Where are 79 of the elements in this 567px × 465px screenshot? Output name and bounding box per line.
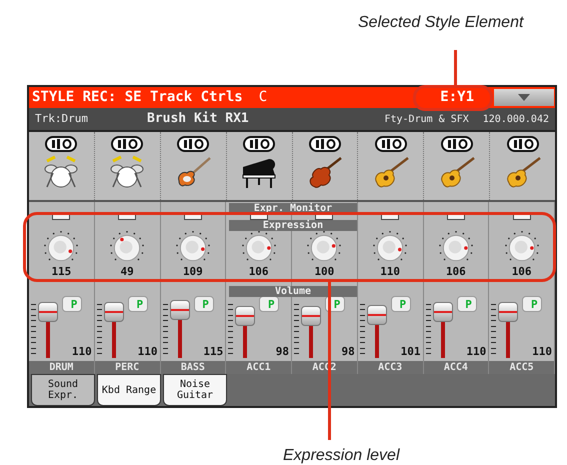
toggle-icon[interactable] [308, 136, 341, 152]
fader-handle[interactable] [235, 306, 256, 326]
section-label: Volume [229, 286, 357, 297]
fader-scale [426, 304, 430, 354]
fader-scale [162, 304, 168, 354]
key-label: C [258, 88, 268, 107]
volume-value: 98 [276, 346, 289, 358]
toggle-icon[interactable] [111, 136, 144, 152]
play-button[interactable]: P [194, 296, 214, 312]
fader-scale [294, 304, 299, 354]
caret-icon [518, 94, 530, 101]
fader-fill [440, 322, 444, 358]
tab[interactable]: Sound Expr. [31, 374, 95, 406]
channel-name: ACC5 [489, 361, 554, 374]
fader-handle[interactable] [432, 302, 452, 322]
track-label: Trk:Drum [35, 110, 89, 127]
fader-handle[interactable] [301, 306, 321, 326]
channel-name: BASS [160, 361, 226, 374]
channel-name: ACC1 [226, 361, 291, 374]
fader-handle[interactable] [366, 304, 387, 325]
volume-value: 98 [342, 346, 355, 358]
channel-name: ACC3 [358, 361, 422, 374]
play-button[interactable]: P [522, 296, 542, 312]
expression-value: 49 [120, 266, 134, 278]
expression-value: 100 [314, 266, 334, 278]
bank-label: Fty-Drum & SFX [384, 112, 469, 126]
channel-name: ACC4 [424, 361, 488, 374]
expression-value: 109 [182, 266, 203, 278]
toggle-icon[interactable] [243, 136, 276, 152]
menu-dropdown-button[interactable] [494, 89, 554, 106]
toggle-icon[interactable] [177, 136, 210, 152]
fader-scale [360, 304, 365, 354]
volume-value: 110 [532, 346, 552, 358]
fader-fill [374, 324, 379, 358]
volume-value: 110 [72, 346, 92, 358]
callout-label: Expression level [283, 446, 400, 465]
expression-value: 106 [512, 266, 532, 278]
volume-value: 110 [138, 346, 158, 358]
fader-scale [96, 304, 102, 354]
program-number: 120.000.042 [482, 112, 549, 126]
fader-fill [112, 322, 116, 358]
play-button[interactable]: P [128, 296, 148, 312]
toggle-icon[interactable] [506, 136, 539, 152]
expression-value: 115 [51, 266, 72, 278]
fader-fill [46, 322, 50, 358]
fader-handle[interactable] [104, 302, 124, 322]
fader-fill [243, 326, 248, 358]
callout-label: Selected Style Element [358, 13, 524, 33]
toggle-icon[interactable] [374, 136, 407, 152]
toggle-icon[interactable] [45, 136, 78, 152]
volume-value: 101 [400, 346, 420, 358]
fader-fill [309, 326, 313, 358]
element-label: E:Y1 [440, 88, 474, 107]
channel-name: DRUM [29, 361, 94, 374]
fader-scale [491, 304, 496, 354]
play-button[interactable]: P [259, 296, 280, 312]
leader-line [454, 50, 457, 85]
play-button[interactable]: P [62, 296, 82, 312]
play-button[interactable]: P [390, 296, 411, 312]
tab[interactable]: Kbd Range [97, 374, 161, 406]
channel-name: PERC [94, 361, 160, 374]
window-title: STYLE REC: SE Track Ctrls [32, 88, 243, 107]
expression-value: 110 [380, 266, 400, 278]
expression-value: 106 [446, 266, 466, 278]
fader-fill [506, 322, 510, 358]
volume-value: 110 [466, 346, 486, 358]
fader-handle[interactable] [170, 300, 190, 320]
volume-value: 115 [203, 346, 224, 358]
sound-name: Brush Kit RX1 [147, 110, 249, 128]
expression-value: 106 [248, 266, 269, 278]
fader-fill [178, 320, 182, 358]
fader-scale [31, 304, 36, 354]
fader-handle[interactable] [38, 302, 58, 322]
play-button[interactable]: P [456, 296, 476, 312]
fader-handle[interactable] [498, 302, 518, 322]
toggle-icon[interactable] [440, 136, 473, 152]
tab[interactable]: Noise Guitar [163, 374, 227, 406]
section-label: Expression [229, 220, 357, 231]
fader-scale [228, 304, 234, 354]
